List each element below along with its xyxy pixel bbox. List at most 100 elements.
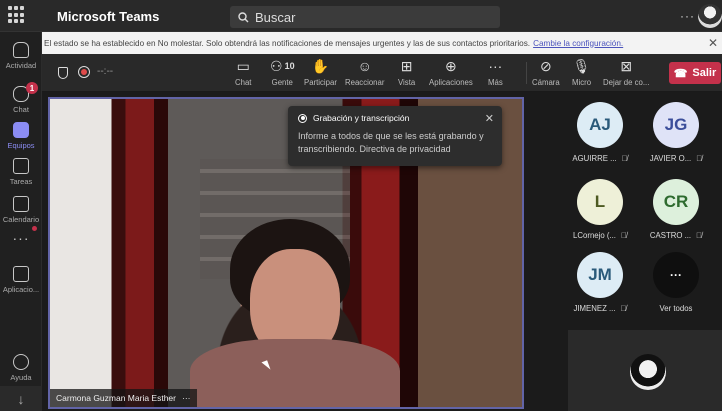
microphone-icon: 🎙 <box>572 58 591 74</box>
rail-item-activity[interactable]: Actividad <box>0 36 42 82</box>
video-body <box>190 339 400 407</box>
leave-button-label: Salir <box>692 67 717 79</box>
mic-off-icon: 🎙̸ <box>620 304 627 313</box>
popup-title: Grabación y transcripción <box>313 113 410 123</box>
people-count: 10 <box>284 61 295 71</box>
rail-item-label: Equipos <box>7 141 35 150</box>
mic-button-label: Micro <box>572 78 592 87</box>
chat-badge: 1 <box>26 82 38 94</box>
participant-name: CASTRO ... <box>649 231 692 240</box>
mic-off-icon: 🎙̸ <box>621 154 628 163</box>
shield-icon[interactable] <box>58 67 68 79</box>
participant-tile[interactable]: CR CASTRO ... 🎙̸ <box>636 179 716 240</box>
self-view-tile[interactable] <box>568 330 722 411</box>
meeting-toolbar: --:-- ▭ Chat ⚇ 10 Gente ✋ Participar ☺ Re… <box>42 54 722 92</box>
phone-hangup-icon: ☎ <box>673 67 688 80</box>
view-all-tile[interactable]: ··· Ver todos <box>636 252 716 313</box>
calendar-icon <box>13 196 29 212</box>
chat-icon: ▭ <box>236 58 250 74</box>
share-icon: ⊠ <box>620 58 633 74</box>
avatar: JG <box>653 102 699 148</box>
grid-view-icon: ⊞ <box>400 58 413 74</box>
participant-tile[interactable]: L LCornejo (... 🎙̸ <box>560 179 640 240</box>
avatar: CR <box>653 179 699 225</box>
mic-button[interactable]: 🎙 Micro <box>572 58 591 87</box>
main-video-feed[interactable]: Carmona Guzman Maria Esther ··· Grabació… <box>48 97 524 409</box>
camera-off-icon: ⊘ <box>540 58 552 74</box>
app-title: Microsoft Teams <box>57 9 160 24</box>
participant-name: JAVIER O... <box>649 154 692 163</box>
stop-sharing-button[interactable]: ⊠ Dejar de co... <box>603 58 649 87</box>
teams-window: Microsoft Teams Buscar ··· Actividad 1 C… <box>0 0 722 411</box>
leave-button[interactable]: ☎ Salir <box>669 62 721 84</box>
stop-sharing-button-label: Dejar de co... <box>603 78 650 87</box>
app-rail: Actividad 1 Chat Equipos Tareas Calendar… <box>0 32 42 411</box>
rail-item-label: Aplicacio... <box>2 285 40 294</box>
recording-icon <box>78 66 90 78</box>
chat-button-label: Chat <box>235 78 252 87</box>
participant-tile[interactable]: JG JAVIER O... 🎙̸ <box>636 102 716 163</box>
participant-tile[interactable]: JM JIMENEZ ... 🎙̸ <box>560 252 640 313</box>
popup-text: Informe a todos de que se les está graba… <box>298 131 484 154</box>
rail-item-label: Tareas <box>9 177 33 186</box>
view-all-label: Ver todos <box>659 304 693 313</box>
react-button-label: Reaccionar <box>345 78 385 87</box>
people-button[interactable]: ⚇ 10 Gente <box>270 58 295 87</box>
participant-tile[interactable]: AJ AGUIRRE ... 🎙̸ <box>560 102 640 163</box>
close-icon[interactable]: ✕ <box>485 112 494 125</box>
record-icon <box>298 113 307 123</box>
mic-off-icon: 🎙̸ <box>620 231 627 240</box>
app-launcher-icon[interactable] <box>8 6 26 24</box>
notification-dot <box>32 226 37 231</box>
more-button[interactable]: ··· Más <box>488 58 503 87</box>
mic-off-icon: 🎙̸ <box>696 231 703 240</box>
rail-item-apps[interactable]: Aplicacio... <box>0 260 42 306</box>
toolbar-divider <box>526 62 527 84</box>
change-settings-link[interactable]: Cambie la configuración. <box>533 39 623 48</box>
search-placeholder: Buscar <box>255 9 296 25</box>
self-avatar <box>630 354 666 390</box>
main-participant-name: Carmona Guzman Maria Esther <box>56 393 176 403</box>
camera-button-label: Cámara <box>532 78 560 87</box>
avatar: JM <box>577 252 623 298</box>
participant-name: LCornejo (... <box>573 231 616 240</box>
meeting-timer: --:-- <box>97 66 114 77</box>
meeting-stage: Carmona Guzman Maria Esther ··· Grabació… <box>42 92 722 411</box>
close-icon[interactable]: ✕ <box>708 36 718 50</box>
participate-button-label: Participar <box>304 78 337 87</box>
avatar: AJ <box>577 102 623 148</box>
search-box[interactable]: Buscar <box>230 6 500 28</box>
apps-button-label: Aplicaciones <box>429 78 473 87</box>
participant-name-tag: Carmona Guzman Maria Esther ··· <box>50 389 197 407</box>
teams-icon <box>13 122 29 138</box>
participate-button[interactable]: ✋ Participar <box>304 58 337 87</box>
more-options-icon[interactable]: ··· <box>680 9 695 23</box>
avatar: L <box>577 179 623 225</box>
smiley-icon: ☺ <box>357 58 372 74</box>
participant-name: JIMENEZ ... <box>573 304 616 313</box>
people-icon: ⚇ 10 <box>270 58 295 74</box>
raise-hand-icon: ✋ <box>311 58 330 74</box>
tasks-icon <box>13 158 29 174</box>
view-button-label: Vista <box>398 78 416 87</box>
mic-off-icon: 🎙̸ <box>696 154 703 163</box>
download-icon[interactable]: ↓ <box>0 386 42 411</box>
add-app-icon: ⊕ <box>445 58 457 74</box>
rail-item-label: Actividad <box>5 61 37 70</box>
participant-name: AGUIRRE ... <box>572 154 617 163</box>
people-button-label: Gente <box>271 78 293 87</box>
react-button[interactable]: ☺ Reaccionar <box>345 58 384 87</box>
chat-button[interactable]: ▭ Chat <box>235 58 251 87</box>
rail-item-label: Ayuda <box>10 373 32 382</box>
view-button[interactable]: ⊞ Vista <box>398 58 415 87</box>
more-apps-icon: ··· <box>12 230 30 246</box>
rail-item-label: Calendario <box>2 215 40 224</box>
apps-button[interactable]: ⊕ Aplicaciones <box>429 58 473 87</box>
participant-more-icon[interactable]: ··· <box>182 393 191 403</box>
apps-icon <box>13 266 29 282</box>
camera-button[interactable]: ⊘ Cámara <box>532 58 560 87</box>
user-avatar[interactable] <box>698 4 722 28</box>
rail-item-label: Chat <box>13 105 29 114</box>
banner-text: El estado se ha establecido en No molest… <box>44 38 531 48</box>
more-participants-icon: ··· <box>653 252 699 298</box>
